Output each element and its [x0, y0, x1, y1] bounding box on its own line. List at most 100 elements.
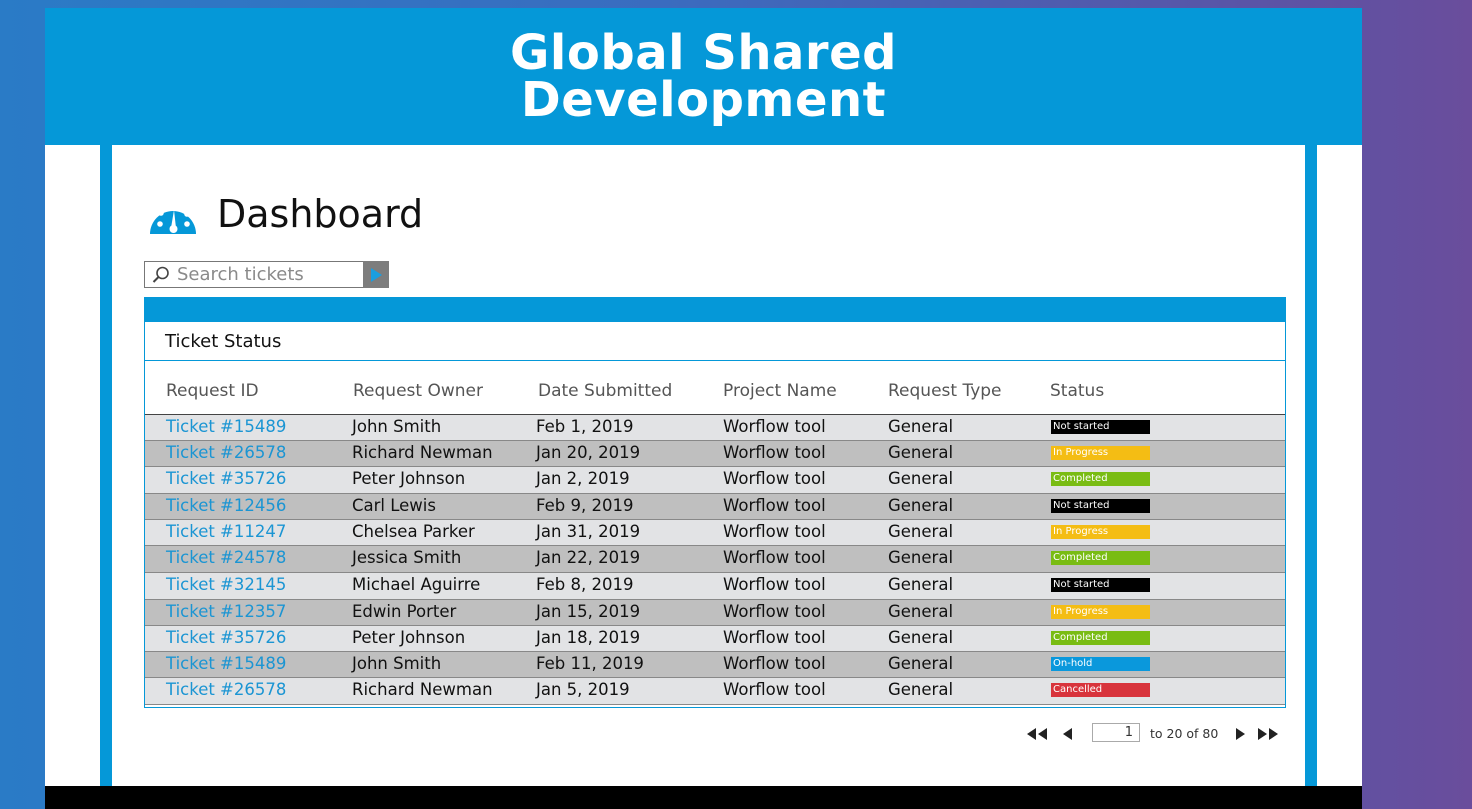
status-badge: Completed — [1051, 472, 1150, 486]
column-header-status[interactable]: Status — [1050, 381, 1104, 401]
request-type: General — [888, 628, 954, 647]
page-number-input[interactable] — [1092, 723, 1140, 742]
status-badge: Not started — [1051, 499, 1150, 513]
ticket-id-link[interactable]: Ticket #35726 — [166, 469, 286, 488]
page-title: Dashboard — [217, 192, 424, 236]
right-accent-bar — [1305, 145, 1317, 793]
request-type: General — [888, 680, 954, 699]
panel-title: Ticket Status — [165, 331, 282, 352]
date-submitted: Feb 8, 2019 — [536, 575, 634, 594]
request-owner: Carl Lewis — [352, 496, 436, 515]
project-name: Worflow tool — [723, 654, 826, 673]
banner-title-line2: Development — [520, 72, 887, 128]
table-row[interactable]: Ticket #15489 John Smith Feb 1, 2019 Worflo… — [145, 415, 1285, 441]
header-banner: Global Shared Development — [45, 8, 1362, 145]
ticket-id-link[interactable]: Ticket #26578 — [166, 443, 286, 462]
table-header: Request ID Request Owner Date Submitted … — [145, 361, 1285, 415]
column-header-date-submitted[interactable]: Date Submitted — [538, 381, 672, 401]
project-name: Worflow tool — [723, 602, 826, 621]
date-submitted: Feb 1, 2019 — [536, 417, 634, 436]
request-owner: Peter Johnson — [352, 628, 466, 647]
project-name: Worflow tool — [723, 443, 826, 462]
left-accent-bar — [100, 145, 112, 793]
panel-header-bar — [145, 298, 1285, 322]
request-owner: Michael Aguirre — [352, 575, 481, 594]
ticket-id-link[interactable]: Ticket #12456 — [166, 496, 286, 515]
column-header-request-id[interactable]: Request ID — [166, 381, 259, 401]
table-row[interactable]: Ticket #11247 Chelsea Parker Jan 31, 2019 W… — [145, 520, 1285, 546]
page-range-text: to 20 of 80 — [1150, 726, 1219, 741]
table-row[interactable]: Ticket #12456 Carl Lewis Feb 9, 2019 Worflo… — [145, 494, 1285, 520]
request-owner: John Smith — [352, 654, 442, 673]
status-badge: In Progress — [1051, 605, 1150, 619]
date-submitted: Jan 22, 2019 — [536, 548, 641, 567]
status-badge: Cancelled — [1051, 683, 1150, 697]
request-owner: Peter Johnson — [352, 469, 466, 488]
status-badge: On-hold — [1051, 657, 1150, 671]
footer-bar — [45, 786, 1362, 809]
table-row[interactable]: Ticket #24578 Jessica Smith Jan 22, 2019 Wo… — [145, 546, 1285, 573]
status-badge: Completed — [1051, 551, 1150, 565]
table-row[interactable]: Ticket #15489 John Smith Feb 11, 2019 Worfl… — [145, 652, 1285, 678]
status-badge: In Progress — [1051, 446, 1150, 460]
column-header-project-name[interactable]: Project Name — [723, 381, 837, 401]
ticket-id-link[interactable]: Ticket #35726 — [166, 628, 286, 647]
project-name: Worflow tool — [723, 496, 826, 515]
panel-title-row: Ticket Status — [145, 322, 1285, 361]
request-owner: Richard Newman — [352, 680, 493, 699]
ticket-id-link[interactable]: Ticket #24578 — [166, 548, 286, 567]
table-row[interactable]: Ticket #35726 Peter Johnson Jan 2, 2019 Wor… — [145, 467, 1285, 494]
ticket-id-link[interactable]: Ticket #32145 — [166, 575, 286, 594]
request-owner: Jessica Smith — [352, 548, 462, 567]
ticket-id-link[interactable]: Ticket #11247 — [166, 522, 286, 541]
project-name: Worflow tool — [723, 522, 826, 541]
request-type: General — [888, 417, 954, 436]
search-box — [144, 261, 364, 288]
table-row[interactable]: Ticket #35726 Peter Johnson Jan 18, 2019 Wo… — [145, 626, 1285, 652]
request-owner: Edwin Porter — [352, 602, 457, 621]
date-submitted: Jan 5, 2019 — [536, 680, 630, 699]
request-owner: John Smith — [352, 417, 442, 436]
project-name: Worflow tool — [723, 575, 826, 594]
table-row[interactable]: Ticket #12357 Edwin Porter Jan 15, 2019 Wor… — [145, 600, 1285, 626]
request-type: General — [888, 443, 954, 462]
search-bar — [144, 261, 389, 288]
column-header-request-type[interactable]: Request Type — [888, 381, 1002, 401]
last-page-icon[interactable] — [1256, 726, 1280, 742]
ticket-id-link[interactable]: Ticket #26578 — [166, 680, 286, 699]
request-type: General — [888, 522, 954, 541]
date-submitted: Jan 31, 2019 — [536, 522, 641, 541]
ticket-id-link[interactable]: Ticket #15489 — [166, 654, 286, 673]
date-submitted: Jan 20, 2019 — [536, 443, 641, 462]
banner-title-line1: Global Shared — [510, 25, 897, 81]
request-type: General — [888, 469, 954, 488]
ticket-id-link[interactable]: Ticket #12357 — [166, 602, 286, 621]
table-row[interactable]: Ticket #32145 Michael Aguirre Feb 8, 2019 W… — [145, 573, 1285, 600]
table-row[interactable]: Ticket #26578 Richard Newman Jan 20, 2019 W… — [145, 441, 1285, 467]
next-page-icon[interactable] — [1234, 726, 1247, 742]
project-name: Worflow tool — [723, 680, 826, 699]
ticket-id-link[interactable]: Ticket #15489 — [166, 417, 286, 436]
search-input[interactable] — [177, 262, 357, 287]
project-name: Worflow tool — [723, 628, 826, 647]
status-badge: In Progress — [1051, 525, 1150, 539]
pagination: to 20 of 80 — [1025, 723, 1285, 745]
table-row[interactable]: Ticket #26578 Richard Newman Jan 5, 2019 Wo… — [145, 678, 1285, 705]
column-header-request-owner[interactable]: Request Owner — [353, 381, 483, 401]
date-submitted: Jan 15, 2019 — [536, 602, 641, 621]
date-submitted: Jan 2, 2019 — [536, 469, 630, 488]
date-submitted: Feb 9, 2019 — [536, 496, 634, 515]
request-owner: Richard Newman — [352, 443, 493, 462]
status-badge: Completed — [1051, 631, 1150, 645]
search-submit-button[interactable] — [363, 261, 389, 288]
app-window: Global Shared Development Dashboard Sear… — [45, 8, 1362, 809]
previous-page-icon[interactable] — [1061, 726, 1074, 742]
project-name: Worflow tool — [723, 469, 826, 488]
banner-title: Global Shared Development — [45, 25, 1362, 128]
status-badge: Not started — [1051, 420, 1150, 434]
project-name: Worflow tool — [723, 417, 826, 436]
project-name: Worflow tool — [723, 548, 826, 567]
first-page-icon[interactable] — [1025, 726, 1049, 742]
request-type: General — [888, 654, 954, 673]
date-submitted: Feb 11, 2019 — [536, 654, 644, 673]
